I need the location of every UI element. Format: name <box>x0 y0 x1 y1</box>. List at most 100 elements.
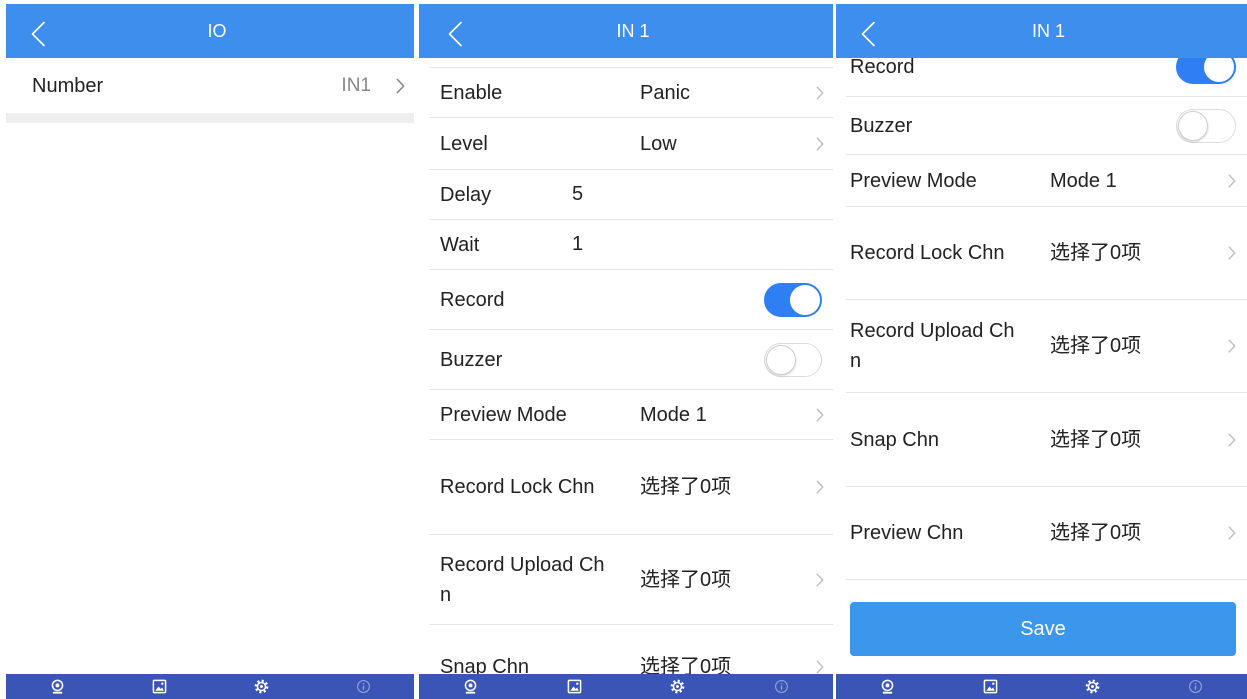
tab-image[interactable] <box>108 674 210 699</box>
row-label: Level <box>440 132 488 155</box>
tab-camera[interactable] <box>419 674 523 699</box>
chevron-right-icon <box>1228 174 1236 188</box>
row-label: Record Upload Chn <box>850 320 1015 372</box>
row-value: Mode 1 <box>640 403 707 426</box>
camera-icon <box>880 679 895 694</box>
toggle-knob <box>1178 110 1208 141</box>
preview-mode-row[interactable]: Preview Mode Mode 1 <box>846 155 1247 207</box>
settings-list: Record Buzzer Preview Mode Mode 1 Record… <box>836 38 1247 656</box>
info-icon <box>356 679 371 694</box>
tab-info[interactable] <box>312 674 414 699</box>
enable-row[interactable]: Enable Panic <box>429 68 833 118</box>
toggle-knob <box>766 344 796 375</box>
buzzer-toggle[interactable] <box>1176 108 1236 143</box>
buzzer-row: Buzzer <box>846 97 1247 155</box>
image-icon <box>567 679 582 694</box>
chevron-right-icon <box>816 408 824 422</box>
in1-screen-bottom: IN 1 Record Buzzer Preview Mode Mode 1 R… <box>836 0 1247 699</box>
tab-info[interactable] <box>1144 674 1247 699</box>
row-value: IN1 <box>341 74 371 96</box>
row-value: 选择了0项 <box>1050 335 1142 357</box>
record-row: Record <box>429 270 833 330</box>
row-label: Record Lock Chn <box>440 476 595 498</box>
row-label: Preview Mode <box>440 403 567 426</box>
record-lock-chn-row[interactable]: Record Lock Chn 选择了0项 <box>846 207 1247 300</box>
wait-row: Wait <box>429 220 833 270</box>
chevron-right-icon <box>816 137 824 151</box>
delay-input[interactable] <box>572 179 833 210</box>
chevron-right-icon <box>1228 433 1236 447</box>
page-title: IN 1 <box>616 21 650 41</box>
bottom-tab-bar <box>6 674 414 699</box>
info-icon <box>1188 679 1203 694</box>
row-label: Delay <box>440 183 492 206</box>
row-value: 选择了0项 <box>1050 428 1142 451</box>
image-icon <box>152 679 167 694</box>
row-label: Preview Mode <box>850 169 977 192</box>
tab-camera[interactable] <box>836 674 939 699</box>
record-upload-chn-row[interactable]: Record Upload Chn 选择了0项 <box>429 535 833 625</box>
row-label: Snap Chn <box>850 428 939 451</box>
record-upload-chn-row[interactable]: Record Upload Chn 选择了0项 <box>846 300 1247 393</box>
chevron-right-icon <box>816 660 824 674</box>
gear-icon <box>254 679 269 694</box>
toggle-knob <box>790 284 820 315</box>
row-value: Mode 1 <box>1050 169 1117 192</box>
io-list: Number IN1 <box>6 58 414 123</box>
level-row[interactable]: Level Low <box>429 118 833 170</box>
tab-info[interactable] <box>730 674 834 699</box>
buzzer-toggle[interactable] <box>764 342 822 377</box>
preview-mode-row[interactable]: Preview Mode Mode 1 <box>429 390 833 440</box>
snap-chn-row[interactable]: Snap Chn 选择了0项 <box>846 393 1247 487</box>
bottom-tab-bar <box>836 674 1247 699</box>
info-icon <box>774 679 789 694</box>
row-label: Buzzer <box>850 114 913 137</box>
bottom-tab-bar <box>419 674 833 699</box>
section-divider <box>6 113 414 123</box>
row-value: 选择了0项 <box>1050 522 1142 544</box>
buzzer-row: Buzzer <box>429 330 833 390</box>
row-label: Preview Chn <box>850 522 964 544</box>
tab-image[interactable] <box>523 674 627 699</box>
row-label: Enable <box>440 81 503 104</box>
record-lock-chn-row[interactable]: Record Lock Chn 选择了0项 <box>429 440 833 535</box>
row-label: Number <box>32 74 104 97</box>
row-label: Buzzer <box>440 348 503 371</box>
gear-icon <box>1085 679 1100 694</box>
chevron-right-icon <box>1228 526 1236 540</box>
record-toggle[interactable] <box>764 282 822 317</box>
chevron-right-icon <box>1228 339 1236 353</box>
chevron-right-icon <box>1228 246 1236 260</box>
page-title: IN 1 <box>1031 21 1065 41</box>
settings-list: Enable Panic Level Low Delay Wait Record… <box>419 58 833 699</box>
in1-screen-top: IN 1 Enable Panic Level Low Delay Wait R… <box>419 0 833 699</box>
row-value: 选择了0项 <box>640 476 732 498</box>
tab-gear[interactable] <box>210 674 312 699</box>
camera-icon <box>463 679 478 694</box>
row-label: Record Upload Chn <box>440 553 605 606</box>
preview-chn-row[interactable]: Preview Chn 选择了0项 <box>846 487 1247 580</box>
tab-camera[interactable] <box>6 674 108 699</box>
chevron-right-icon <box>816 480 824 494</box>
chevron-right-icon <box>816 86 824 100</box>
tab-image[interactable] <box>939 674 1042 699</box>
app-header: IO <box>6 4 414 58</box>
row-value: 选择了0项 <box>640 568 732 591</box>
chevron-right-icon <box>816 573 824 587</box>
tab-gear[interactable] <box>626 674 730 699</box>
camera-icon <box>50 679 65 694</box>
list-row-partial <box>429 58 833 68</box>
wait-input[interactable] <box>572 229 833 260</box>
row-label: Record <box>440 288 505 311</box>
number-row[interactable]: Number IN1 <box>6 58 414 113</box>
row-label: Wait <box>440 233 480 256</box>
tab-gear[interactable] <box>1042 674 1145 699</box>
app-header: IN 1 <box>419 4 833 58</box>
delay-row: Delay <box>429 170 833 220</box>
io-screen: IO Number IN1 <box>6 0 414 699</box>
row-value: 选择了0项 <box>1050 242 1142 264</box>
row-value: Panic <box>640 81 691 104</box>
save-button[interactable]: Save <box>850 602 1236 656</box>
gear-icon <box>670 679 685 694</box>
chevron-right-icon <box>396 78 405 94</box>
